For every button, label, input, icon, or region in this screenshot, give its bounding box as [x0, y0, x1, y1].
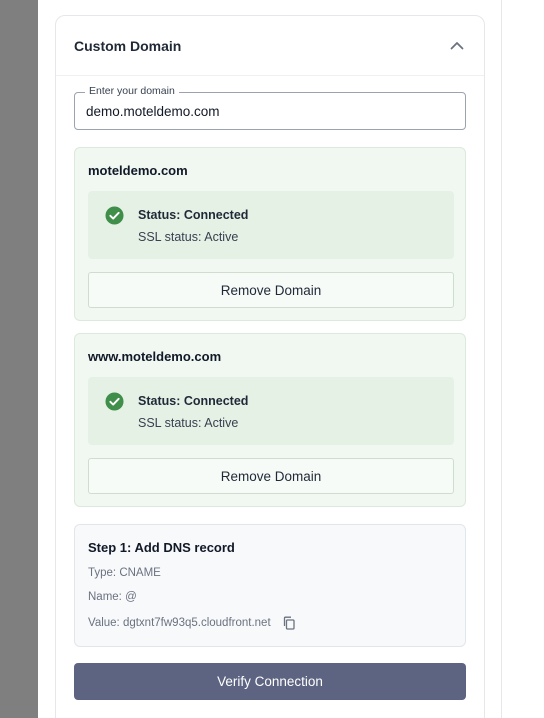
domain-status-box: Status: Connected SSL status: Active: [88, 191, 454, 259]
custom-domain-header[interactable]: Custom Domain: [56, 16, 484, 76]
dns-value-row: Value: dgtxnt7fw93q5.cloudfront.net: [88, 616, 296, 630]
copy-icon[interactable]: [282, 616, 296, 630]
overlay-backdrop-left: [0, 0, 38, 718]
check-circle-icon: [105, 392, 124, 411]
domain-field[interactable]: Enter your domain: [74, 85, 466, 130]
domain-input[interactable]: [86, 93, 456, 129]
dns-name: Name: @: [88, 591, 137, 603]
check-circle-icon: [105, 206, 124, 225]
verify-connection-button[interactable]: Verify Connection: [74, 663, 466, 700]
ssl-status: SSL status: Active: [138, 230, 239, 244]
dns-value: Value: dgtxnt7fw93q5.cloudfront.net: [88, 617, 271, 630]
domain-status-box: Status: Connected SSL status: Active: [88, 377, 454, 445]
custom-domain-card: Custom Domain Enter your domain moteldem…: [55, 15, 485, 718]
dns-record-box: Step 1: Add DNS record Type: CNAME Name:…: [74, 524, 466, 647]
dns-type: Type: CNAME: [88, 567, 161, 579]
domain-name: www.moteldemo.com: [88, 349, 222, 364]
settings-panel: Custom Domain Enter your domain moteldem…: [38, 0, 501, 718]
dns-step-title: Step 1: Add DNS record: [88, 540, 235, 555]
ssl-status: SSL status: Active: [138, 416, 239, 430]
section-title: Custom Domain: [74, 37, 182, 54]
connection-status: Status: Connected: [138, 208, 249, 222]
domain-card-2: www.moteldemo.com Status: Connected SSL …: [74, 333, 466, 507]
domain-name: moteldemo.com: [88, 163, 188, 178]
chevron-up-icon[interactable]: [448, 37, 466, 55]
connection-status: Status: Connected: [138, 394, 249, 408]
remove-domain-button[interactable]: Remove Domain: [88, 458, 454, 494]
overlay-backdrop-right: [501, 0, 544, 718]
remove-domain-button[interactable]: Remove Domain: [88, 272, 454, 308]
domain-card-1: moteldemo.com Status: Connected SSL stat…: [74, 147, 466, 321]
